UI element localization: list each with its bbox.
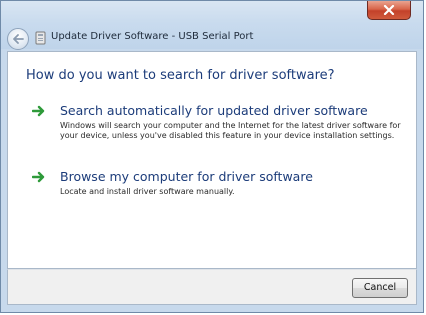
page-heading: How do you want to search for driver sof… (26, 68, 335, 83)
browse-computer-title: Browse my computer for driver software (60, 169, 313, 184)
search-automatically-description: Windows will search your computer and th… (60, 121, 401, 140)
green-arrow-icon (32, 171, 45, 183)
dialog-window: Update Driver Software - USB Serial Port… (0, 0, 424, 313)
green-arrow-icon (32, 105, 45, 117)
title-bar: Update Driver Software - USB Serial Port (1, 1, 423, 50)
close-icon (383, 5, 395, 15)
dialog-footer: Cancel (7, 269, 417, 305)
search-automatically-title: Search automatically for updated driver … (60, 103, 368, 118)
window-title: Update Driver Software - USB Serial Port (51, 31, 254, 42)
close-button[interactable] (367, 1, 411, 20)
content-panel: How do you want to search for driver sof… (7, 51, 417, 269)
browse-computer-description: Locate and install driver software manua… (60, 187, 235, 196)
back-arrow-icon (13, 34, 24, 44)
cancel-button[interactable]: Cancel (352, 278, 408, 298)
device-icon (35, 31, 46, 45)
back-button[interactable] (7, 28, 29, 50)
